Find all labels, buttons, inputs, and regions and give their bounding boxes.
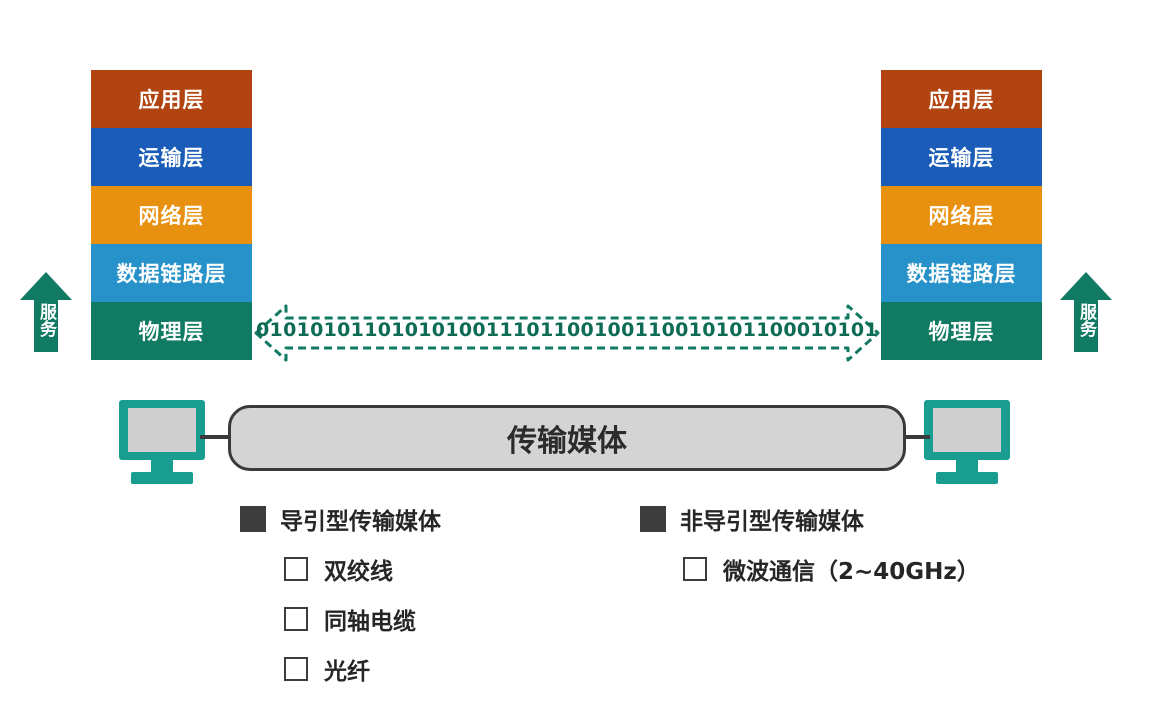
left-cable: [200, 435, 230, 439]
guided-media-heading: 导引型传输媒体: [240, 502, 441, 536]
unguided-media-title: 非导引型传输媒体: [680, 509, 864, 535]
right-service-arrow: 服务: [1058, 270, 1114, 354]
list-item: 双绞线: [284, 552, 393, 586]
left-application-layer: 应用层: [91, 70, 252, 128]
checkbox-square-icon: [284, 607, 308, 631]
right-network-layer: 网络层: [881, 186, 1042, 244]
guided-item-twisted-pair: 双绞线: [324, 559, 393, 585]
checkbox-square-icon: [284, 657, 308, 681]
right-application-layer: 应用层: [881, 70, 1042, 128]
left-computer-icon: [119, 400, 205, 484]
list-item: 光纤: [284, 652, 370, 686]
guided-media-title: 导引型传输媒体: [280, 509, 441, 535]
right-protocol-stack: 应用层 运输层 网络层 数据链路层 物理层: [881, 70, 1042, 360]
left-transport-layer: 运输层: [91, 128, 252, 186]
left-datalink-layer: 数据链路层: [91, 244, 252, 302]
left-network-layer: 网络层: [91, 186, 252, 244]
left-service-arrow: 服务: [18, 270, 74, 354]
list-item: 同轴电缆: [284, 602, 416, 636]
right-computer-icon: [924, 400, 1010, 484]
checkbox-square-icon: [284, 557, 308, 581]
right-physical-layer: 物理层: [881, 302, 1042, 360]
unguided-media-heading: 非导引型传输媒体: [640, 502, 864, 536]
bitstream-text: 0101010110101010011101100100110010101100…: [256, 319, 878, 341]
right-datalink-layer: 数据链路层: [881, 244, 1042, 302]
filled-square-icon: [640, 506, 666, 532]
left-physical-layer: 物理层: [91, 302, 252, 360]
filled-square-icon: [240, 506, 266, 532]
left-protocol-stack: 应用层 运输层 网络层 数据链路层 物理层: [91, 70, 252, 360]
transmission-medium: 传输媒体: [228, 405, 906, 471]
left-service-label: 服务: [36, 303, 56, 337]
right-cable: [904, 435, 930, 439]
right-service-label: 服务: [1076, 303, 1096, 337]
checkbox-square-icon: [683, 557, 707, 581]
right-transport-layer: 运输层: [881, 128, 1042, 186]
list-item: 微波通信（2~40GHz）: [683, 552, 980, 586]
guided-item-fiber: 光纤: [324, 659, 370, 685]
guided-item-coaxial: 同轴电缆: [324, 609, 416, 635]
unguided-item-microwave: 微波通信（2~40GHz）: [723, 559, 980, 585]
